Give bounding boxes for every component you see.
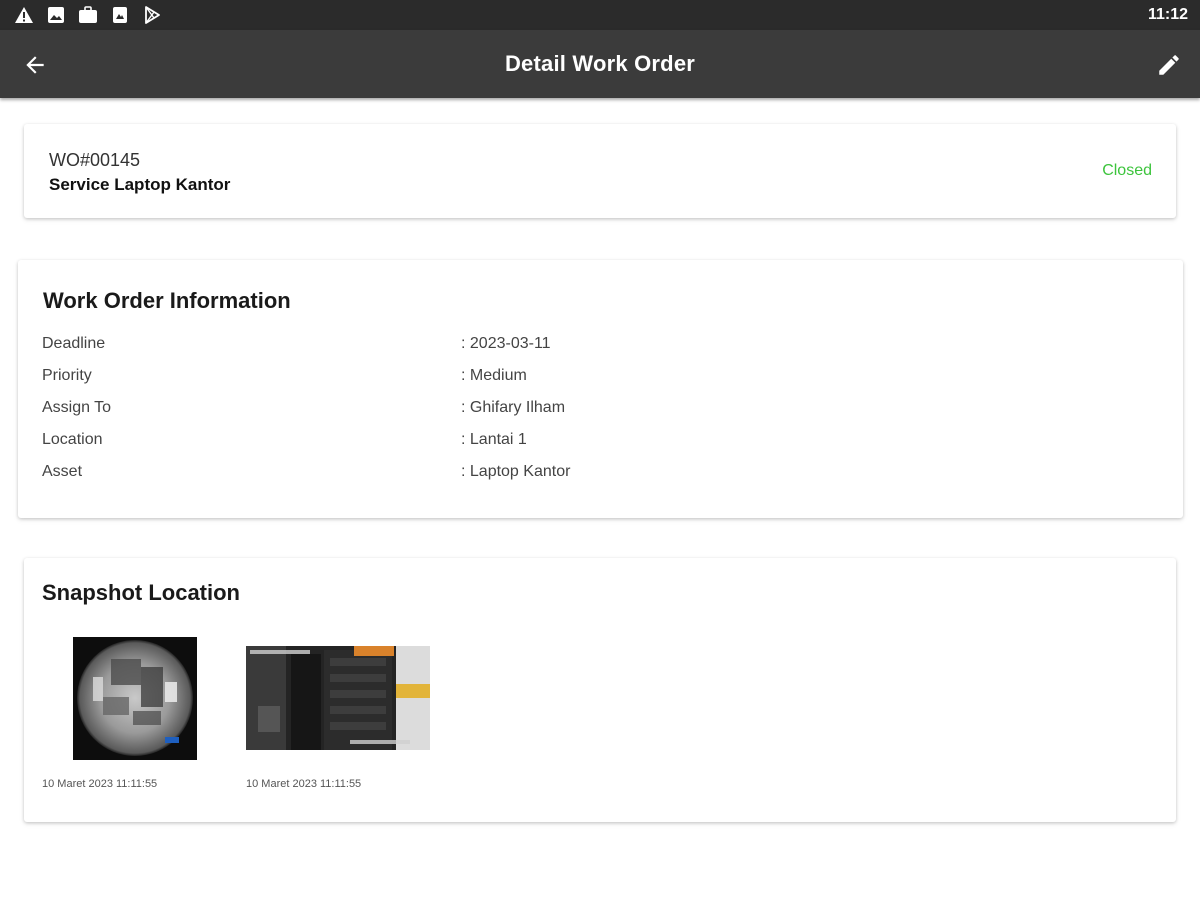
snapshot-caption-2: 10 Maret 2023 11:11:55 bbox=[246, 778, 362, 790]
image-icon bbox=[46, 6, 66, 24]
notification-icons bbox=[14, 6, 162, 24]
info-label: Priority bbox=[42, 367, 92, 384]
system-status-bar: 11:12 bbox=[0, 0, 1200, 30]
arrow-left-icon bbox=[26, 56, 44, 74]
section-title-information: Work Order Information bbox=[43, 288, 291, 313]
page-title: Detail Work Order bbox=[504, 51, 696, 76]
info-label: Asset bbox=[42, 463, 83, 480]
play-store-icon bbox=[142, 6, 162, 24]
cctv-camera-image bbox=[246, 646, 430, 750]
info-row-priority: Priority : Medium bbox=[42, 367, 742, 389]
work-order-information-card: Work Order Information Deadline : 2023-0… bbox=[18, 260, 1183, 518]
app-bar: Detail Work Order bbox=[0, 30, 1200, 98]
work-order-number: WO#00145 bbox=[49, 150, 141, 170]
status-badge: Closed bbox=[1102, 162, 1152, 179]
snapshot-location-card: Snapshot Location 10 Maret 2023 11:11:55… bbox=[24, 558, 1176, 822]
info-row-location: Location : Lantai 1 bbox=[42, 431, 742, 453]
snapshot-thumbnail-2[interactable] bbox=[246, 646, 430, 750]
snapshot-caption-1: 10 Maret 2023 11:11:55 bbox=[42, 778, 158, 790]
section-title-snapshot: Snapshot Location bbox=[42, 580, 240, 605]
warning-icon bbox=[14, 6, 34, 24]
info-value: : 2023-03-11 bbox=[461, 335, 551, 352]
info-value: : Ghifary Ilham bbox=[461, 399, 566, 416]
info-row-deadline: Deadline : 2023-03-11 bbox=[42, 335, 742, 357]
info-value: : Medium bbox=[461, 367, 527, 384]
snapshot-thumbnail-1[interactable] bbox=[73, 637, 197, 760]
info-label: Location bbox=[42, 431, 103, 448]
fisheye-camera-image bbox=[73, 637, 197, 760]
info-value: : Lantai 1 bbox=[461, 431, 527, 448]
briefcase-icon bbox=[78, 6, 98, 24]
info-value: : Laptop Kantor bbox=[461, 463, 571, 480]
edit-button[interactable] bbox=[1154, 50, 1184, 80]
back-button[interactable] bbox=[20, 50, 50, 80]
info-label: Deadline bbox=[42, 335, 106, 352]
photo-icon bbox=[110, 6, 130, 24]
info-row-asset: Asset : Laptop Kantor bbox=[42, 463, 742, 485]
info-row-assign-to: Assign To : Ghifary Ilham bbox=[42, 399, 742, 421]
clock-time: 11:12 bbox=[1147, 6, 1188, 23]
pencil-icon bbox=[1159, 55, 1179, 75]
work-order-summary-card[interactable]: WO#00145 Service Laptop Kantor Closed bbox=[24, 124, 1176, 218]
work-order-name: Service Laptop Kantor bbox=[49, 175, 231, 194]
info-label: Assign To bbox=[42, 399, 112, 416]
